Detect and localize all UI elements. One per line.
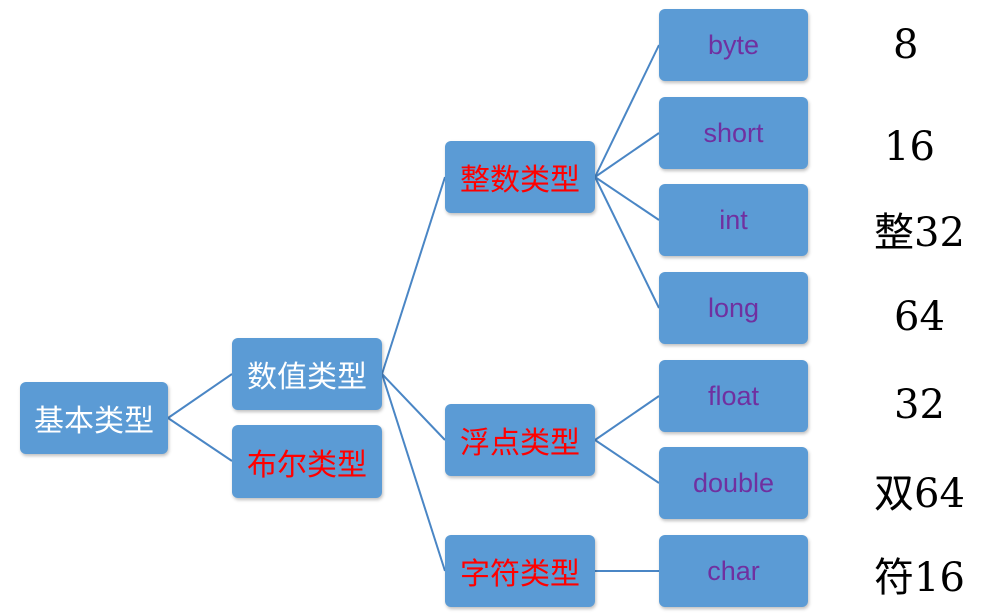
node-char: char bbox=[659, 535, 808, 607]
node-label: short bbox=[703, 117, 764, 148]
connector-numeric-integer bbox=[381, 176, 446, 375]
bits-char: 符16 bbox=[874, 555, 965, 601]
bits-float: 32 bbox=[894, 382, 945, 428]
connector-float-double bbox=[594, 439, 660, 484]
node-label: 浮点类型 bbox=[460, 426, 580, 461]
connector-integer-byte bbox=[594, 44, 660, 178]
bits-short: 16 bbox=[884, 124, 935, 170]
bits-long: 64 bbox=[894, 294, 945, 340]
node-short: short bbox=[659, 97, 808, 169]
node-label: double bbox=[692, 467, 775, 498]
bits-double: 双64 bbox=[874, 471, 965, 517]
connector-numeric-float bbox=[381, 373, 446, 441]
node-label: 布尔类型 bbox=[247, 447, 367, 483]
connector-root-boolean bbox=[167, 417, 233, 462]
node-character-types: 字符类型 bbox=[445, 535, 595, 607]
node-label: 整数类型 bbox=[460, 163, 580, 198]
bits-int: 整32 bbox=[874, 210, 965, 256]
connector-root-numeric bbox=[167, 373, 233, 419]
node-boolean-types: 布尔类型 bbox=[232, 425, 382, 498]
node-label: 基本类型 bbox=[34, 404, 154, 439]
node-label: 字符类型 bbox=[460, 557, 580, 592]
connector-float-float bbox=[594, 395, 660, 441]
node-int: int bbox=[659, 184, 808, 256]
node-label: float bbox=[707, 380, 760, 411]
connector-numeric-char bbox=[381, 373, 446, 572]
node-long: long bbox=[659, 272, 808, 344]
bits-byte: 8 bbox=[893, 22, 919, 68]
node-integer-types: 整数类型 bbox=[445, 141, 595, 213]
node-numeric-types: 数值类型 bbox=[232, 338, 382, 410]
node-label: char bbox=[707, 555, 760, 586]
node-label: int bbox=[719, 204, 748, 235]
node-byte: byte bbox=[659, 9, 808, 81]
node-float: float bbox=[659, 360, 808, 432]
node-floating-types: 浮点类型 bbox=[445, 404, 595, 476]
node-label: long bbox=[707, 292, 760, 323]
node-label: byte bbox=[707, 29, 760, 60]
connector-integer-long bbox=[594, 176, 660, 309]
node-double: double bbox=[659, 447, 808, 519]
node-primitive-types: 基本类型 bbox=[20, 382, 168, 454]
node-label: 数值类型 bbox=[247, 360, 367, 395]
connector-lines bbox=[167, 44, 660, 572]
